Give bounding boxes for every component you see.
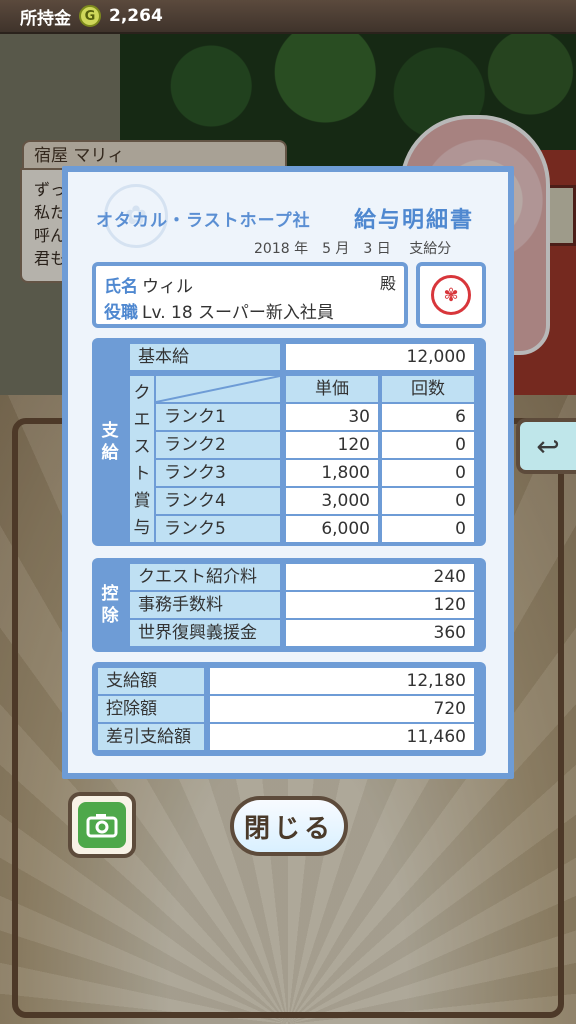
stamp-box: ✾ (416, 262, 486, 328)
back-button[interactable]: ↩ (516, 418, 576, 474)
diagonal-line-icon (155, 375, 281, 403)
payslip-body: ✿ オタカル・ラストホープ社 給与明細書 2018 年 5 月 3 日 支給分 … (68, 172, 508, 773)
rank-label: ランク3 (156, 460, 280, 486)
rank-label: ランク1 (156, 404, 280, 430)
honorific: 殿 (379, 274, 396, 293)
employee-info-box: 氏名 ウィル 殿 役職 Lv. 18 スーパー新入社員 (92, 262, 408, 328)
col-unit-price: 単価 (286, 376, 378, 402)
camera-icon (78, 802, 126, 848)
rank-unit: 6,000 (286, 516, 378, 542)
total-label: 控除額 (98, 696, 204, 722)
rank-count: 0 (382, 488, 474, 514)
col-count: 回数 (382, 376, 474, 402)
rank-unit: 1,800 (286, 460, 378, 486)
deduction-label: 世界復興義援金 (130, 620, 280, 646)
payment-section-label: 支 給 (101, 421, 119, 463)
back-arrow-icon: ↩ (536, 429, 560, 463)
total-value: 11,460 (210, 724, 474, 750)
coin-icon: G (79, 5, 101, 27)
money-label: 所持金 (20, 8, 71, 29)
position-row: 役職 Lv. 18 スーパー新入社員 (104, 298, 334, 323)
position-label: 役職 (104, 303, 138, 323)
total-value: 720 (210, 696, 474, 722)
document-title: 給与明細書 (354, 208, 475, 233)
deduction-section-label: 控 除 (101, 584, 119, 626)
seal-stamp-icon: ✾ (431, 275, 471, 315)
money-amount: 2,264 (109, 6, 163, 26)
deduction-value: 120 (286, 592, 474, 618)
total-value: 12,180 (210, 668, 474, 694)
deduction-section: 控 除 クエスト紹介料 240 事務手数料 120 世界復興義援金 360 (92, 558, 486, 652)
name-value: ウィル (142, 277, 193, 297)
deduction-label: 事務手数料 (130, 592, 280, 618)
rank-unit: 3,000 (286, 488, 378, 514)
screenshot-button[interactable] (68, 792, 136, 858)
name-row: 氏名 ウィル (104, 272, 193, 297)
rank-label: ランク2 (156, 432, 280, 458)
total-label: 支給額 (98, 668, 204, 694)
close-button[interactable]: 閉じる (230, 796, 348, 856)
rank-unit: 120 (286, 432, 378, 458)
payment-section: 支 給 基本給 12,000 クエスト賞与 単価 回数 ランク1 30 6 ラン… (92, 338, 486, 546)
position-value: Lv. 18 スーパー新入社員 (142, 303, 334, 323)
rank-count: 0 (382, 432, 474, 458)
quest-bonus-label: クエスト賞与 (130, 376, 154, 542)
pay-date: 2018 年 5 月 3 日 支給分 (254, 241, 452, 257)
rank-count: 0 (382, 460, 474, 486)
rank-label: ランク5 (156, 516, 280, 542)
rank-label: ランク4 (156, 488, 280, 514)
base-salary-label: 基本給 (130, 344, 280, 370)
base-salary-value: 12,000 (286, 344, 474, 370)
rank-unit: 30 (286, 404, 378, 430)
rank-count: 6 (382, 404, 474, 430)
deduction-label: クエスト紹介料 (130, 564, 280, 590)
payslip-panel: ✿ オタカル・ラストホープ社 給与明細書 2018 年 5 月 3 日 支給分 … (62, 166, 514, 779)
deduction-value: 360 (286, 620, 474, 646)
rank-count: 0 (382, 516, 474, 542)
company-name: オタカル・ラストホープ社 (96, 211, 311, 231)
table-corner (155, 375, 281, 403)
name-label: 氏名 (104, 277, 138, 297)
deduction-value: 240 (286, 564, 474, 590)
top-bar: 所持金 G 2,264 (0, 0, 576, 34)
totals-section: 支給額 12,180 控除額 720 差引支給額 11,460 (92, 662, 486, 756)
total-label: 差引支給額 (98, 724, 204, 750)
